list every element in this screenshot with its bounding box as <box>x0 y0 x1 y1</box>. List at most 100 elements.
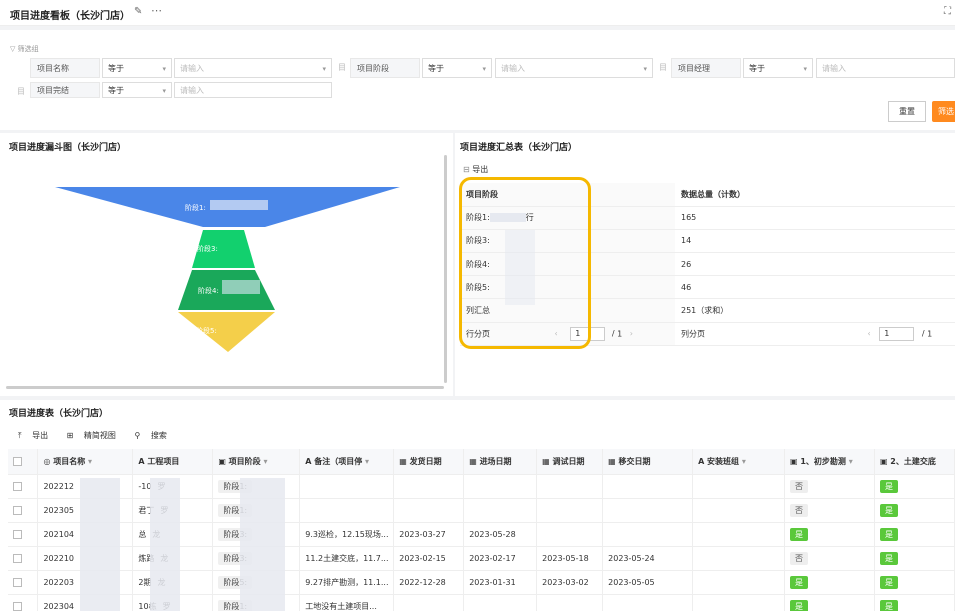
redacted-block <box>150 478 180 611</box>
survey-tag: 是 <box>789 527 808 541</box>
civil-cell: 是 <box>874 474 955 499</box>
fullscreen-icon[interactable]: ⛶ <box>944 6 951 17</box>
survey-cell: 否 <box>784 546 875 571</box>
table-export-button[interactable]: ⤒ 导出 <box>18 431 56 440</box>
funnel-segment-stage5[interactable] <box>178 312 275 352</box>
handover-cell <box>602 474 694 499</box>
calendar-icon: ▦ <box>399 456 410 466</box>
search-icon: ⚲ <box>134 431 141 440</box>
calendar-icon: ▦ <box>542 456 553 466</box>
row-checkbox-cell[interactable] <box>8 498 39 523</box>
row-checkbox[interactable] <box>13 481 22 491</box>
select-field-icon: ▣ <box>789 456 801 466</box>
handover-cell: 2023-05-05 <box>602 570 694 595</box>
filter-panel <box>0 30 955 130</box>
debug-cell <box>536 474 604 499</box>
filter-op-project-complete[interactable]: 等于 ▾ <box>102 82 172 98</box>
select-field-icon: ▣ <box>218 456 229 466</box>
funnel-label-stage5: 阶段5: <box>196 326 217 335</box>
row-checkbox-cell[interactable] <box>8 546 39 571</box>
col-civil-handover[interactable]: ▣ 2、土建交底 <box>874 449 955 475</box>
horizontal-scrollbar[interactable] <box>6 386 444 389</box>
col-project-stage[interactable]: ▣ 项目阶段 ▾ <box>212 449 301 475</box>
enter-cell: 2023-05-28 <box>463 522 538 547</box>
select-all-checkbox-cell[interactable] <box>8 449 39 475</box>
col-page-input[interactable]: 1 <box>879 326 915 341</box>
civil-tag: 是 <box>879 503 898 517</box>
chevron-down-icon: ▾ <box>322 65 326 73</box>
handover-cell <box>602 594 694 611</box>
highlight-annotation <box>459 177 591 349</box>
redacted-block <box>80 478 120 611</box>
filter-input-project-complete[interactable]: 请输入 <box>174 82 332 98</box>
summary-count-cell: 26 <box>675 252 955 277</box>
table-header-row: ◎ 项目名称 ▾ A 工程项目 ▣ 项目阶段 ▾ A 备注（项目停 ▾ ▦ 发货… <box>8 449 955 475</box>
row-checkbox[interactable] <box>13 529 22 539</box>
enter-cell <box>463 474 538 499</box>
grid-icon: ⊞ <box>66 431 74 440</box>
col-initial-survey[interactable]: ▣ 1、初步勘测 ▾ <box>784 449 875 475</box>
survey-tag: 是 <box>789 599 808 611</box>
compact-view-button[interactable]: ⊞ 精简视图 <box>67 431 124 440</box>
top-bar <box>0 0 955 26</box>
note-cell <box>299 474 395 499</box>
filter-input-project-stage[interactable]: 请输入 ▾ <box>495 58 653 78</box>
filter-label-project-manager: 项目经理 <box>671 58 741 78</box>
col-ship-date[interactable]: ▦ 发货日期 <box>393 449 465 475</box>
summary-export-button[interactable]: ⊟ 导出 <box>463 164 488 175</box>
search-button[interactable]: 筛选 <box>932 101 955 122</box>
filter-op-project-name[interactable]: 等于 ▾ <box>102 58 172 78</box>
calendar-icon: ▦ <box>608 456 619 466</box>
row-checkbox[interactable] <box>13 577 22 587</box>
col-handover-date[interactable]: ▦ 移交日期 <box>602 449 694 475</box>
col-install-team[interactable]: A 安装班组 ▾ <box>692 449 785 475</box>
text-field-icon: A <box>698 456 708 466</box>
row-checkbox-cell[interactable] <box>8 522 39 547</box>
ship-cell: 2023-03-27 <box>393 522 465 547</box>
export-icon: ⊟ <box>463 165 473 174</box>
row-checkbox[interactable] <box>13 553 22 563</box>
civil-tag: 是 <box>879 599 898 611</box>
next-page-icon[interactable]: › <box>630 329 633 338</box>
filter-op-project-stage[interactable]: 等于 ▾ <box>422 58 492 78</box>
summary-count-cell: 46 <box>675 275 955 300</box>
col-remark[interactable]: A 备注（项目停 ▾ <box>299 449 395 475</box>
filter-op-project-manager[interactable]: 等于 ▾ <box>743 58 813 78</box>
civil-cell: 是 <box>874 546 955 571</box>
col-engineering-project[interactable]: A 工程项目 <box>132 449 214 475</box>
survey-tag: 否 <box>789 551 808 565</box>
enter-cell: 2023-02-17 <box>463 546 538 571</box>
enter-cell <box>463 594 538 611</box>
prev-page-icon[interactable]: ‹ <box>868 329 871 338</box>
summary-count-cell: 14 <box>675 229 955 254</box>
filter-input-project-name[interactable]: 请输入 ▾ <box>174 58 332 78</box>
summary-count-cell: 165 <box>675 206 955 230</box>
note-cell: 工地没有土建项目... <box>299 594 395 611</box>
row-checkbox-cell[interactable] <box>8 594 39 611</box>
handover-cell <box>602 522 694 547</box>
row-checkbox-cell[interactable] <box>8 474 39 499</box>
debug-cell <box>536 594 604 611</box>
survey-cell: 否 <box>784 498 875 523</box>
debug-cell <box>536 522 604 547</box>
edit-icon[interactable]: ✎ <box>134 6 142 17</box>
row-checkbox[interactable] <box>13 505 22 515</box>
row-checkbox-cell[interactable] <box>8 570 39 595</box>
col-enter-date[interactable]: ▦ 进场日期 <box>463 449 538 475</box>
chevron-down-icon: ▾ <box>88 456 93 466</box>
filter-input-project-manager[interactable]: 请输入 <box>816 58 955 78</box>
col-project-name[interactable]: ◎ 项目名称 ▾ <box>37 449 134 475</box>
funnel-label-stage3: 阶段3: <box>197 244 218 253</box>
reset-button[interactable]: 重置 <box>888 101 926 122</box>
civil-cell: 是 <box>874 594 955 611</box>
ship-cell: 2022-12-28 <box>393 570 465 595</box>
col-debug-date[interactable]: ▦ 调试日期 <box>536 449 604 475</box>
splitter-handle[interactable] <box>444 155 447 383</box>
table-search-button[interactable]: ⚲ 搜索 <box>134 431 174 440</box>
field-icon: ◎ <box>43 456 54 466</box>
redacted-block <box>222 280 260 294</box>
survey-cell: 否 <box>784 474 875 499</box>
select-all-checkbox[interactable] <box>13 456 22 466</box>
row-checkbox[interactable] <box>13 601 22 611</box>
more-icon[interactable]: ⋯ <box>151 4 162 17</box>
